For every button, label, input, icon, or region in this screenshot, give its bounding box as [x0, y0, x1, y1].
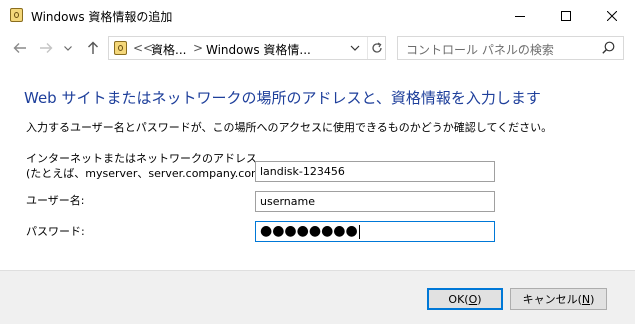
ok-access-key: O	[468, 292, 478, 306]
refresh-button[interactable]	[367, 37, 386, 59]
username-field[interactable]: username	[255, 191, 495, 212]
chevron-down-icon	[350, 45, 360, 51]
username-label: ユーザー名:	[26, 194, 85, 207]
maximize-button[interactable]	[543, 0, 589, 31]
window-title: Windows 資格情報の追加	[31, 10, 173, 24]
ok-button-label: OK(	[448, 292, 469, 306]
back-button[interactable]	[11, 39, 29, 57]
credential-manager-icon	[114, 41, 127, 55]
breadcrumb-separator: >	[193, 41, 204, 55]
minimize-button[interactable]	[497, 0, 543, 31]
text-caret	[358, 225, 360, 239]
title-bar: Windows 資格情報の追加	[0, 0, 635, 31]
forward-arrow-icon	[40, 43, 53, 53]
cancel-button-label-end: )	[590, 292, 595, 306]
search-placeholder: コントロール パネルの検索	[406, 43, 554, 57]
up-arrow-icon	[88, 41, 98, 54]
close-button[interactable]	[589, 0, 635, 31]
back-arrow-icon	[13, 43, 26, 53]
search-box[interactable]: コントロール パネルの検索	[397, 36, 624, 60]
cancel-access-key: N	[581, 292, 591, 306]
password-mask: ●●●●●●●●	[260, 223, 358, 239]
history-dropdown-icon	[64, 45, 72, 51]
breadcrumb-item[interactable]: 資格...	[151, 41, 186, 58]
search-icon[interactable]	[602, 41, 615, 57]
maximize-icon	[561, 10, 571, 21]
refresh-icon	[372, 42, 382, 53]
password-label: パスワード:	[26, 225, 85, 238]
address-dropdown-button[interactable]	[350, 42, 362, 54]
address-label-line: インターネットまたはネットワークのアドレス	[26, 152, 257, 165]
address-label: インターネットまたはネットワークのアドレス (たとえば、myserver、ser…	[26, 151, 270, 181]
address-label-line: (たとえば、myserver、server.company.com):	[26, 167, 270, 180]
address-bar[interactable]: << 資格... > Windows 資格情...	[108, 36, 386, 60]
page-description: 入力するユーザー名とパスワードが、この場所へのアクセスに使用できるものかどうか確…	[26, 121, 553, 134]
cancel-button[interactable]: キャンセル(N)	[510, 288, 607, 310]
forward-button[interactable]	[37, 39, 55, 57]
credential-manager-icon	[10, 8, 23, 22]
cancel-button-label: キャンセル(	[522, 293, 582, 306]
recent-locations-button[interactable]	[62, 39, 74, 57]
address-field[interactable]: landisk-123456	[255, 161, 495, 182]
page-heading: Web サイトまたはネットワークの場所のアドレスと、資格情報を入力します	[24, 89, 541, 107]
ok-button[interactable]: OK(O)	[427, 288, 503, 310]
password-field[interactable]: ●●●●●●●●	[255, 221, 495, 242]
minimize-icon	[515, 15, 525, 17]
close-icon	[607, 10, 617, 21]
button-bar: OK(O) キャンセル(N)	[0, 270, 635, 324]
ok-button-label-end: )	[477, 292, 482, 306]
up-button[interactable]	[84, 39, 102, 57]
breadcrumb-item[interactable]: Windows 資格情...	[206, 41, 311, 58]
